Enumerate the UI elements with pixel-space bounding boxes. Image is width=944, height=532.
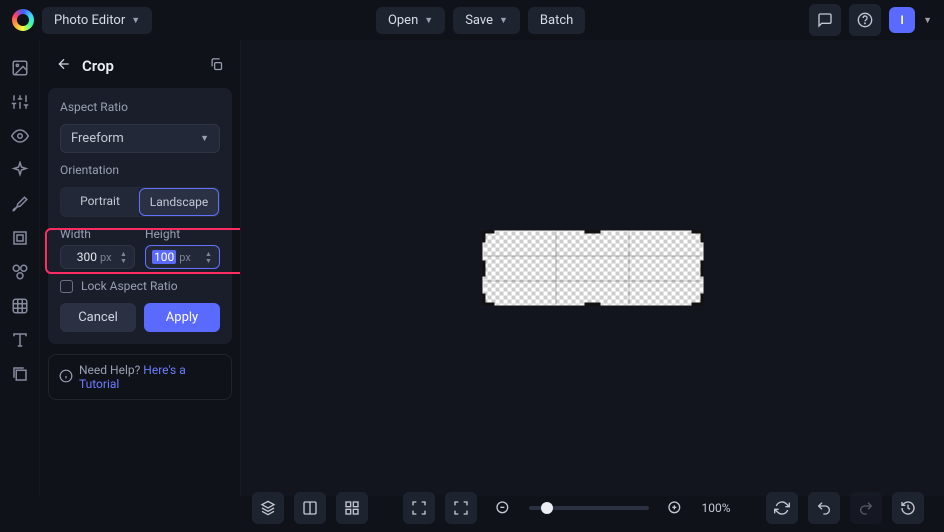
refresh-icon[interactable] [766, 492, 798, 524]
height-step-down[interactable]: ▼ [205, 258, 213, 264]
orientation-label: Orientation [60, 163, 220, 177]
zoom-in-icon[interactable] [659, 492, 691, 524]
app-dropdown[interactable]: Photo Editor ▼ [42, 7, 152, 34]
undo-icon[interactable] [808, 492, 840, 524]
lock-aspect-label: Lock Aspect Ratio [81, 279, 178, 293]
back-button[interactable] [56, 56, 72, 76]
crop-handle-top[interactable] [585, 231, 601, 234]
history-icon[interactable] [892, 492, 924, 524]
tool-adjust-icon[interactable] [10, 92, 30, 112]
tool-texture-icon[interactable] [10, 296, 30, 316]
layers-toggle-icon[interactable] [252, 492, 284, 524]
tool-image-icon[interactable] [10, 58, 30, 78]
chevron-down-icon: ▼ [131, 15, 140, 26]
app-dropdown-label: Photo Editor [54, 13, 125, 28]
height-step-up[interactable]: ▲ [205, 251, 213, 257]
panel-title: Crop [82, 57, 199, 75]
crop-corner-tl[interactable] [482, 231, 494, 243]
canvas-area[interactable] [240, 40, 944, 496]
crop-corner-br[interactable] [691, 294, 703, 306]
app-logo[interactable] [12, 9, 34, 31]
height-label: Height [145, 227, 220, 241]
save-label: Save [465, 13, 493, 28]
compare-icon[interactable] [294, 492, 326, 524]
orientation-landscape[interactable]: Landscape [139, 188, 219, 216]
tool-shapes-icon[interactable] [10, 262, 30, 282]
chevron-down-icon: ▼ [200, 133, 209, 144]
info-icon [59, 369, 73, 386]
tool-text-icon[interactable] [10, 330, 30, 350]
tool-layers-icon[interactable] [10, 364, 30, 384]
width-label: Width [60, 227, 135, 241]
zoom-thumb[interactable] [541, 502, 553, 514]
crop-corner-bl[interactable] [482, 294, 494, 306]
zoom-out-icon[interactable] [487, 492, 519, 524]
height-input-group[interactable]: 100 px ▲▼ [145, 245, 220, 269]
apply-button[interactable]: Apply [144, 303, 220, 332]
redo-icon[interactable] [850, 492, 882, 524]
height-input[interactable]: 100 [152, 250, 176, 264]
tool-frame-icon[interactable] [10, 228, 30, 248]
batch-button[interactable]: Batch [528, 7, 585, 34]
tool-eye-icon[interactable] [10, 126, 30, 146]
batch-label: Batch [540, 13, 573, 28]
chevron-down-icon: ▼ [499, 15, 508, 26]
crop-handle-bottom[interactable] [585, 303, 601, 306]
width-input-group[interactable]: px ▲▼ [60, 245, 135, 269]
aspect-ratio-value: Freeform [71, 131, 124, 146]
crop-frame[interactable] [482, 231, 703, 306]
width-step-down[interactable]: ▼ [120, 258, 128, 264]
fit-screen-icon[interactable] [445, 492, 477, 524]
help-icon[interactable] [849, 4, 881, 36]
width-input[interactable] [67, 250, 97, 264]
cancel-button[interactable]: Cancel [60, 303, 136, 332]
chevron-down-icon: ▼ [424, 15, 433, 26]
help-text: Need Help? Here's a Tutorial [79, 363, 221, 391]
help-tutorial-box[interactable]: Need Help? Here's a Tutorial [48, 354, 232, 400]
save-button[interactable]: Save ▼ [453, 7, 520, 34]
open-button[interactable]: Open ▼ [376, 7, 445, 34]
chat-icon[interactable] [809, 4, 841, 36]
avatar-letter: I [900, 13, 903, 27]
crop-corner-tr[interactable] [691, 231, 703, 243]
open-label: Open [388, 13, 418, 28]
crop-handle-right[interactable] [700, 260, 703, 276]
copy-icon[interactable] [209, 57, 224, 76]
crop-handle-left[interactable] [482, 260, 485, 276]
avatar[interactable]: I [889, 7, 915, 33]
zoom-slider[interactable] [529, 506, 649, 510]
width-unit: px [100, 251, 112, 264]
height-unit: px [179, 251, 191, 264]
avatar-chevron-icon[interactable]: ▼ [923, 15, 932, 26]
tool-sparkle-icon[interactable] [10, 160, 30, 180]
aspect-ratio-label: Aspect Ratio [60, 100, 220, 114]
orientation-portrait[interactable]: Portrait [61, 188, 139, 216]
zoom-percent: 100% [701, 501, 730, 515]
tool-brush-icon[interactable] [10, 194, 30, 214]
aspect-ratio-select[interactable]: Freeform ▼ [60, 124, 220, 153]
grid-icon[interactable] [336, 492, 368, 524]
lock-aspect-checkbox[interactable] [60, 280, 73, 293]
width-step-up[interactable]: ▲ [120, 251, 128, 257]
fullscreen-icon[interactable] [403, 492, 435, 524]
